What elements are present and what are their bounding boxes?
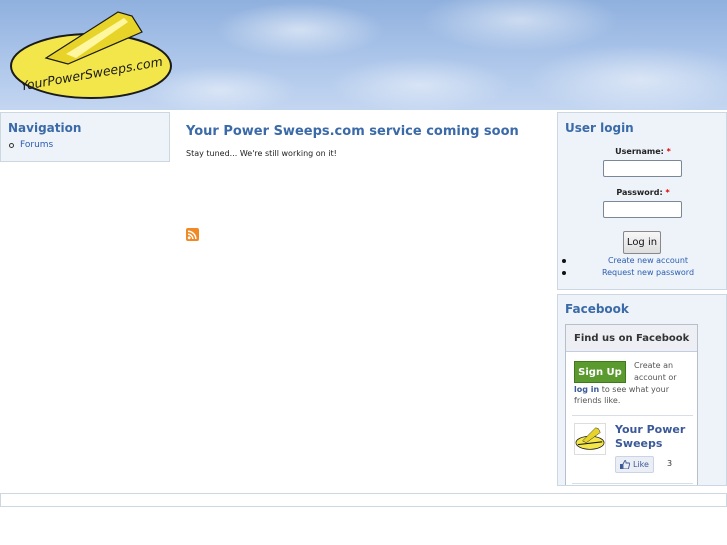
required-mark: * bbox=[665, 188, 670, 197]
navigation-block: Navigation bbox=[0, 112, 170, 162]
username-input[interactable] bbox=[603, 160, 682, 177]
bullet-icon bbox=[562, 271, 566, 275]
create-account-link[interactable]: Create new account bbox=[558, 256, 727, 265]
bullet-icon bbox=[562, 259, 566, 263]
page-title: Your Power Sweeps.com service coming soo… bbox=[186, 124, 519, 139]
login-button[interactable]: Log in bbox=[623, 231, 661, 254]
request-password-label: Request new password bbox=[601, 268, 695, 277]
divider bbox=[572, 415, 693, 416]
facebook-text-line: friends like. bbox=[574, 396, 621, 405]
password-label: Password: * bbox=[558, 188, 727, 197]
username-label-text: Username: bbox=[615, 147, 664, 156]
site-header: YourPowerSweeps.com bbox=[0, 0, 727, 110]
facebook-login-link[interactable]: log in bbox=[574, 385, 599, 394]
facebook-like-button[interactable]: Like bbox=[615, 456, 654, 473]
page: YourPowerSweeps.com Navigation Forums Yo… bbox=[0, 0, 727, 545]
nav-item-forums[interactable]: Forums bbox=[9, 140, 53, 151]
divider bbox=[572, 483, 693, 484]
navigation-title: Navigation bbox=[8, 121, 82, 135]
facebook-text-rest: to see what your bbox=[599, 385, 670, 394]
rss-feed-icon[interactable] bbox=[186, 228, 199, 241]
facebook-signup-button[interactable]: Sign Up bbox=[574, 361, 626, 383]
facebook-block: Facebook Find us on Facebook Sign Up Cre… bbox=[557, 294, 727, 486]
like-label: Like bbox=[633, 460, 649, 469]
facebook-text-line: account or bbox=[634, 373, 677, 382]
thumbs-up-icon bbox=[620, 460, 630, 469]
facebook-text-line: log in to see what your bbox=[574, 385, 669, 394]
facebook-like-box: Find us on Facebook Sign Up Create an ac… bbox=[565, 324, 698, 485]
request-password-link[interactable]: Request new password bbox=[558, 268, 727, 277]
page-body-text: Stay tuned... We're still working on it! bbox=[186, 149, 337, 158]
required-mark: * bbox=[666, 147, 671, 156]
facebook-widget-header: Find us on Facebook bbox=[566, 325, 697, 352]
nav-item-label: Forums bbox=[20, 140, 54, 150]
create-account-label: Create new account bbox=[607, 256, 689, 265]
facebook-text-line: Create an bbox=[634, 361, 674, 370]
password-input[interactable] bbox=[603, 201, 682, 218]
user-login-title: User login bbox=[565, 121, 634, 135]
user-login-block: User login Username: * Password: * Log i… bbox=[557, 112, 727, 290]
password-label-text: Password: bbox=[616, 188, 663, 197]
site-logo[interactable]: YourPowerSweeps.com bbox=[6, 6, 176, 104]
username-label: Username: * bbox=[558, 147, 727, 156]
page-thumbnail-logo[interactable] bbox=[574, 423, 606, 455]
page-name-line: Sweeps bbox=[615, 437, 663, 450]
circle-bullet-icon bbox=[9, 142, 14, 148]
facebook-title: Facebook bbox=[565, 302, 629, 316]
like-count: 3 bbox=[667, 459, 673, 468]
facebook-page-name-link[interactable]: Your Power Sweeps bbox=[615, 423, 685, 451]
site-footer bbox=[0, 493, 727, 507]
page-name-line: Your Power bbox=[615, 423, 686, 436]
facebook-widget-title: Find us on Facebook bbox=[574, 333, 690, 344]
